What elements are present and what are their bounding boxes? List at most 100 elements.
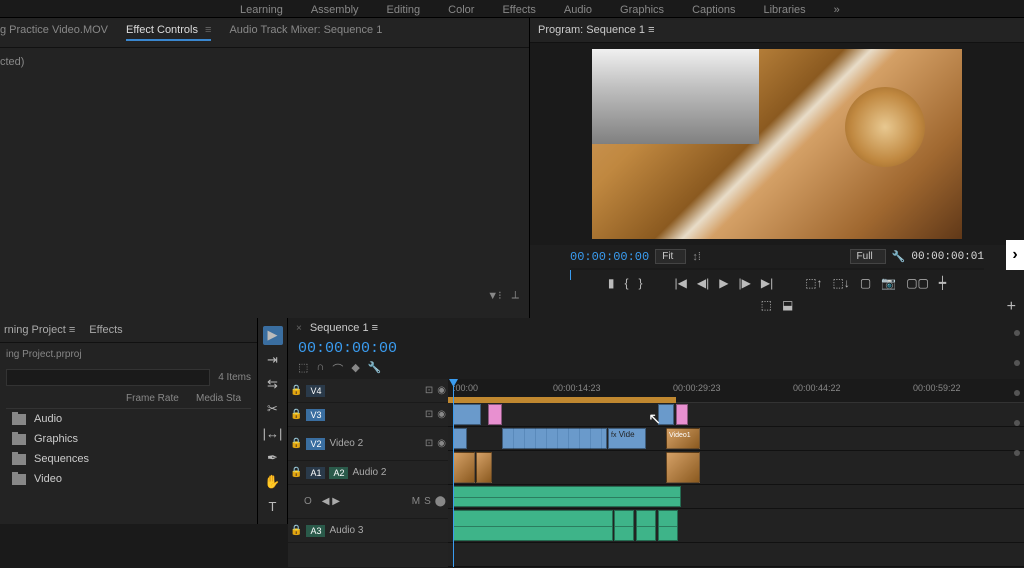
clip[interactable] bbox=[453, 428, 467, 449]
workspace-graphics[interactable]: Graphics bbox=[620, 4, 664, 13]
track-a2b-lane[interactable] bbox=[448, 509, 1024, 543]
workspace-editing[interactable]: Editing bbox=[387, 4, 421, 13]
clip[interactable] bbox=[476, 452, 492, 483]
workspace-more-icon[interactable]: » bbox=[834, 4, 840, 13]
step-fwd-icon[interactable]: |▶ bbox=[738, 276, 750, 290]
insert-icon[interactable]: ⬚ bbox=[761, 298, 772, 312]
clip[interactable]: Video1 bbox=[666, 428, 700, 449]
sync-lock-icon[interactable]: ⊡ bbox=[425, 409, 433, 420]
timeline-tracks[interactable]: :00:00 00:00:14:23 00:00:29:23 00:00:44:… bbox=[448, 379, 1024, 567]
track-select-tool[interactable]: ⇥ bbox=[263, 351, 283, 370]
eye-icon[interactable]: ◉ bbox=[437, 438, 446, 449]
settings-icon[interactable]: ┿ bbox=[939, 276, 946, 290]
project-search-input[interactable] bbox=[6, 369, 210, 386]
playhead[interactable] bbox=[453, 379, 454, 567]
program-fit-select[interactable]: Fit bbox=[655, 249, 686, 264]
mark-out-icon[interactable]: } bbox=[639, 276, 643, 290]
resolution-icon[interactable]: ↕⁞ bbox=[692, 251, 701, 263]
go-to-in-icon[interactable]: |◀ bbox=[675, 276, 687, 290]
track-a3-target[interactable]: A3 bbox=[306, 525, 325, 537]
track-a2-target[interactable]: A2 bbox=[329, 467, 348, 479]
voiceover-icon[interactable]: ⬤ bbox=[435, 496, 446, 507]
hand-tool[interactable]: ✋ bbox=[263, 473, 283, 492]
eye-icon[interactable]: ◉ bbox=[437, 385, 446, 396]
bin-graphics[interactable]: Graphics bbox=[6, 429, 251, 449]
pen-tool[interactable]: ✒ bbox=[263, 449, 283, 468]
clip[interactable] bbox=[666, 452, 700, 483]
clip[interactable] bbox=[502, 428, 607, 449]
lock-icon[interactable]: 🔒 bbox=[290, 438, 302, 449]
slip-tool[interactable]: |↔| bbox=[263, 424, 283, 443]
mark-in-icon[interactable]: { bbox=[625, 276, 629, 290]
bin-audio[interactable]: Audio bbox=[6, 409, 251, 429]
add-panel-button[interactable]: + bbox=[1007, 298, 1016, 316]
compare-icon[interactable]: ▢▢ bbox=[906, 276, 929, 290]
sync-lock-icon[interactable]: ⊡ bbox=[425, 438, 433, 449]
track-v2-lane[interactable] bbox=[448, 451, 1024, 485]
lock-icon[interactable]: 🔒 bbox=[290, 385, 302, 396]
tab-audio-mixer[interactable]: Audio Track Mixer: Sequence 1 bbox=[229, 24, 382, 41]
add-marker-tl-icon[interactable]: ◆ bbox=[351, 361, 359, 377]
timeline-timecode[interactable]: 00:00:00:00 bbox=[288, 338, 448, 359]
extract-icon[interactable]: ⬚↓ bbox=[833, 276, 850, 290]
solo-icon[interactable]: S bbox=[424, 496, 431, 507]
audio-clip[interactable] bbox=[636, 510, 656, 541]
program-scrub-bar[interactable] bbox=[570, 268, 984, 270]
sync-lock-icon[interactable]: ⊡ bbox=[425, 385, 433, 396]
go-to-out-icon[interactable]: ▶| bbox=[761, 276, 773, 290]
tab-effects-browser[interactable]: Effects bbox=[89, 324, 122, 336]
workspace-assembly[interactable]: Assembly bbox=[311, 4, 359, 13]
export-frame-icon[interactable]: ▢ bbox=[860, 276, 871, 290]
tab-project[interactable]: rning Project ≡ bbox=[4, 324, 75, 336]
workspace-effects[interactable]: Effects bbox=[502, 4, 535, 13]
mute-icon[interactable]: M bbox=[412, 496, 420, 507]
track-v4-lane[interactable] bbox=[448, 403, 1024, 427]
marker-span-icon[interactable]: ⌒ bbox=[332, 361, 343, 377]
track-a3-lane[interactable] bbox=[448, 543, 1024, 567]
lock-icon[interactable]: 🔒 bbox=[290, 525, 302, 536]
razor-tool[interactable]: ✂ bbox=[263, 400, 283, 419]
clip[interactable] bbox=[488, 404, 502, 425]
workspace-color[interactable]: Color bbox=[448, 4, 474, 13]
bin-sequences[interactable]: Sequences bbox=[6, 449, 251, 469]
panel-menu-icon[interactable]: ≡ bbox=[202, 24, 211, 36]
type-tool[interactable]: T bbox=[263, 498, 283, 517]
play-icon[interactable]: ▶ bbox=[719, 276, 728, 290]
lift-icon[interactable]: ⬚↑ bbox=[805, 276, 822, 290]
col-media-start[interactable]: Media Sta bbox=[196, 393, 241, 404]
selection-tool[interactable]: ▶ bbox=[263, 326, 283, 345]
linked-selection-icon[interactable]: ∩ bbox=[316, 361, 324, 377]
tab-effect-controls[interactable]: Effect Controls ≡ bbox=[126, 24, 211, 41]
expand-right-button[interactable]: › bbox=[1006, 240, 1024, 270]
snap-icon[interactable]: ⬚ bbox=[298, 361, 308, 377]
workspace-libraries[interactable]: Libraries bbox=[763, 4, 805, 13]
workspace-audio[interactable]: Audio bbox=[564, 4, 592, 13]
eye-icon[interactable]: ◉ bbox=[437, 409, 446, 420]
clip[interactable] bbox=[453, 404, 481, 425]
clip[interactable]: fx Vide bbox=[608, 428, 646, 449]
wrench-icon[interactable]: 🔧 bbox=[892, 250, 906, 263]
timeline-sequence-tab[interactable]: Sequence 1 ≡ bbox=[310, 322, 378, 334]
track-v3-lane[interactable]: fx Vide Video1 bbox=[448, 427, 1024, 451]
program-tab[interactable]: Program: Sequence 1 ≡ bbox=[530, 18, 1024, 43]
lock-icon[interactable]: 🔒 bbox=[290, 467, 302, 478]
snapshot-icon[interactable]: 📷 bbox=[881, 276, 896, 290]
track-a2-lane[interactable] bbox=[448, 485, 1024, 509]
bin-video[interactable]: Video bbox=[6, 469, 251, 489]
clip[interactable] bbox=[676, 404, 688, 425]
timeline-settings-icon[interactable]: 🔧 bbox=[368, 361, 382, 377]
transition-icon[interactable]: ⟂ bbox=[512, 289, 519, 302]
ripple-edit-tool[interactable]: ⇆ bbox=[263, 375, 283, 394]
track-v4-target[interactable]: V4 bbox=[306, 385, 325, 397]
audio-clip[interactable] bbox=[614, 510, 634, 541]
track-v3-target[interactable]: V3 bbox=[306, 409, 325, 421]
timeline-ruler[interactable]: :00:00 00:00:14:23 00:00:29:23 00:00:44:… bbox=[448, 379, 1024, 403]
program-menu-icon[interactable]: ≡ bbox=[648, 24, 654, 36]
program-timecode[interactable]: 00:00:00:00 bbox=[570, 250, 649, 264]
step-back-icon[interactable]: ◀| bbox=[697, 276, 709, 290]
workspace-learning[interactable]: Learning bbox=[240, 4, 283, 13]
lock-icon[interactable]: 🔒 bbox=[290, 409, 302, 420]
program-viewer[interactable] bbox=[530, 43, 1024, 245]
program-zoom-select[interactable]: Full bbox=[850, 249, 886, 264]
filter-icon[interactable]: ▼⁝ bbox=[487, 289, 501, 302]
